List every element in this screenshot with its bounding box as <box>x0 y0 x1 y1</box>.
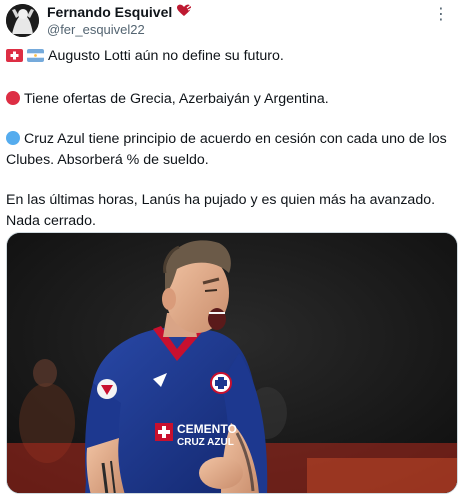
author-display-name[interactable]: Fernando Esquivel <box>47 4 172 21</box>
tweet-line-3: Cruz Azul tiene principio de acuerdo en … <box>6 131 447 168</box>
tweet-paragraph-2: Tiene ofertas de Grecia, Azerbaiyán y Ar… <box>6 89 458 110</box>
red-circle-icon <box>6 90 20 105</box>
blue-circle-icon <box>6 131 20 145</box>
avatar[interactable] <box>6 4 39 37</box>
tweet-header: Fernando Esquivel @fer_esquivel22 ⋮ <box>6 4 456 38</box>
tweet-line-4: En las últimas horas, Lanús ha pujado y … <box>6 192 436 229</box>
author-display-name-row[interactable]: Fernando Esquivel <box>47 4 193 21</box>
tweet-line-1: Augusto Lotti aún no define su futuro. <box>48 48 284 64</box>
svg-text:CEMENTO: CEMENTO <box>177 422 237 436</box>
more-options-icon[interactable]: ⋮ <box>433 4 450 24</box>
tweet-paragraph-4: En las últimas horas, Lanús ha pujado y … <box>6 190 458 231</box>
tweet-text: Augusto Lotti aún no define su futuro. T… <box>6 46 458 231</box>
switzerland-flag-icon <box>6 48 23 69</box>
tweet-paragraph-3: Cruz Azul tiene principio de acuerdo en … <box>6 129 458 170</box>
tweet-line-2: Tiene ofertas de Grecia, Azerbaiyán y Ar… <box>24 90 329 107</box>
author-handle[interactable]: @fer_esquivel22 <box>47 21 192 38</box>
svg-text:CRUZ AZUL: CRUZ AZUL <box>177 437 234 448</box>
heart-emoji-icon <box>176 4 193 21</box>
argentina-flag-icon <box>27 48 44 69</box>
author-names: Fernando Esquivel @fer_esquivel22 <box>47 4 193 38</box>
tweet-paragraph-1: Augusto Lotti aún no define su futuro. <box>6 46 458 69</box>
player-celebration-image: CEMENTO CRUZ AZUL <box>7 233 457 493</box>
tweet-photo[interactable]: CEMENTO CRUZ AZUL <box>6 232 458 494</box>
